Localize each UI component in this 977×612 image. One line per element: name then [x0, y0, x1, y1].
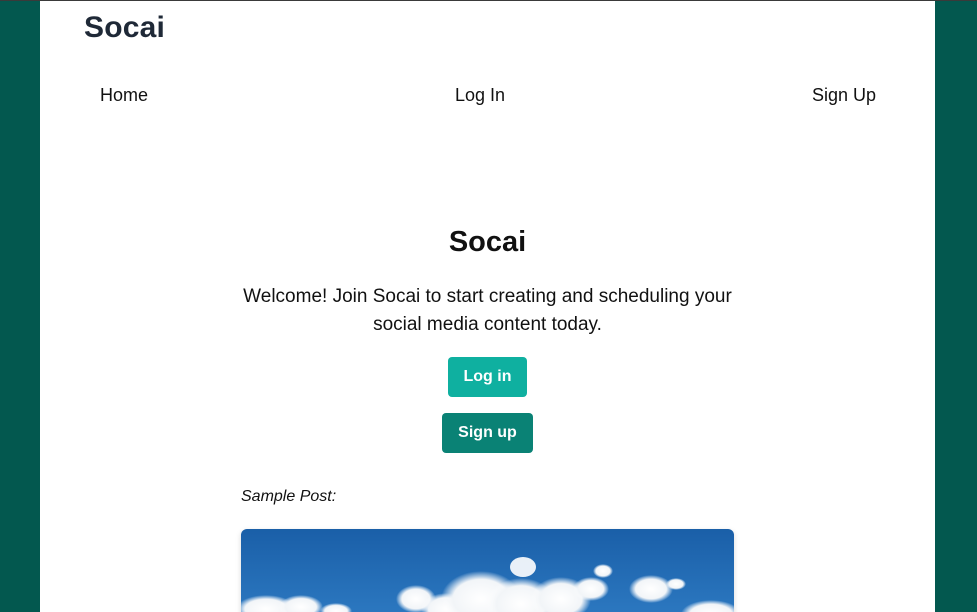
signup-button[interactable]: Sign up — [442, 413, 533, 453]
hero-title: Socai — [448, 226, 527, 258]
login-button[interactable]: Log in — [448, 357, 527, 397]
sample-post-label: Sample Post: — [241, 488, 337, 505]
brand-logo[interactable]: Socai — [84, 11, 165, 45]
page-container: Socai Home Log In Sign Up Socai Welcome!… — [40, 1, 935, 612]
nav-login-link[interactable]: Log In — [455, 85, 505, 106]
hero-welcome-text: Welcome! Join Socai to start creating an… — [243, 286, 732, 335]
nav-home-link[interactable]: Home — [100, 85, 148, 106]
nav-signup-link[interactable]: Sign Up — [812, 85, 876, 106]
sample-post-image — [241, 529, 734, 612]
sky-clouds-image — [241, 529, 734, 612]
